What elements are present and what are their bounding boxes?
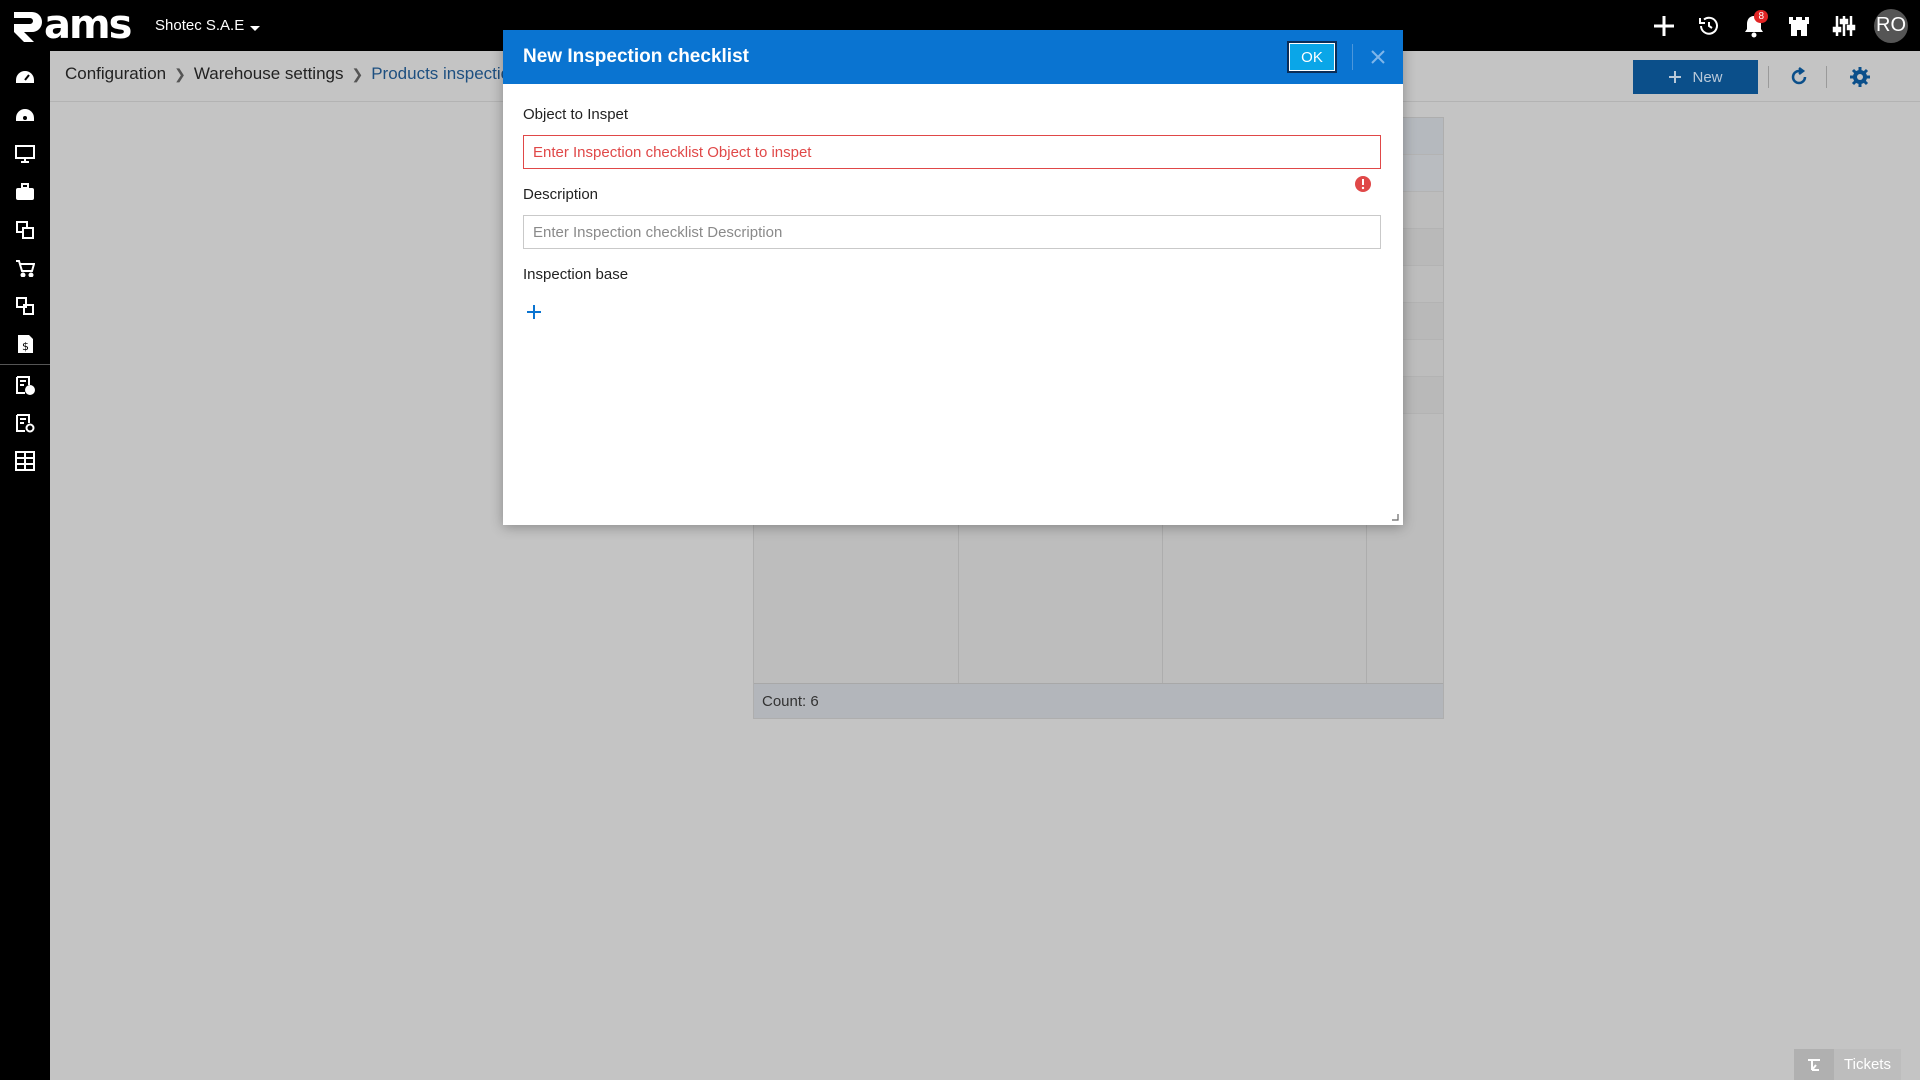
close-icon[interactable] (1365, 44, 1391, 70)
tickets-label: Tickets (1834, 1049, 1901, 1080)
caret-down-icon (250, 26, 261, 31)
resize-handle-icon[interactable] (1391, 513, 1399, 521)
settings-sliders-icon[interactable] (1821, 0, 1866, 51)
description-label: Description (523, 186, 599, 203)
sidebar-divider (0, 364, 50, 365)
dialog-title: New Inspection checklist (523, 46, 749, 67)
warehouse-castle-icon[interactable] (1776, 0, 1821, 51)
tickets-widget[interactable]: Tickets (1794, 1049, 1901, 1080)
sidebar-monitor-icon[interactable] (0, 135, 50, 173)
sidebar-report-icon[interactable] (0, 404, 50, 442)
chevron-right-icon: ❯ (351, 65, 364, 82)
header-divider (1826, 66, 1827, 88)
error-icon (1355, 176, 1371, 192)
object-to-inspect-label: Object to Inspet (523, 106, 629, 123)
sidebar-documents-icon[interactable] (0, 211, 50, 249)
ok-button[interactable]: OK (1287, 41, 1337, 73)
breadcrumb-configuration[interactable]: Configuration (65, 64, 166, 84)
history-icon[interactable] (1686, 0, 1731, 51)
user-avatar[interactable]: RO (1874, 8, 1908, 43)
left-sidebar: $ (0, 51, 50, 1080)
header-divider (1352, 44, 1353, 70)
logo-mark-icon (14, 12, 42, 42)
object-to-inspect-input[interactable] (523, 135, 1381, 169)
inspection-base-label: Inspection base (523, 266, 629, 283)
sidebar-finance-icon[interactable]: $ (0, 325, 50, 363)
add-inspection-base-button[interactable] (522, 300, 546, 324)
sidebar-briefcase-icon[interactable] (0, 173, 50, 211)
new-button[interactable]: New (1633, 60, 1758, 94)
record-count: Count: 6 (762, 693, 819, 710)
sidebar-dashboard-icon[interactable] (0, 59, 50, 97)
tickets-icon (1794, 1049, 1834, 1080)
plus-icon (527, 305, 541, 319)
sidebar-modules-icon[interactable] (0, 442, 50, 480)
chevron-right-icon: ❯ (174, 65, 186, 82)
top-icons: 8 RO (1641, 0, 1920, 51)
gear-icon[interactable] (1847, 64, 1873, 90)
refresh-icon[interactable] (1786, 64, 1812, 90)
sidebar-stock-icon[interactable] (0, 287, 50, 325)
add-icon[interactable] (1641, 0, 1686, 51)
sidebar-inspection-icon[interactable] (0, 366, 50, 404)
breadcrumb-current: Products inspectio (371, 64, 511, 83)
plus-icon (1669, 71, 1682, 83)
new-button-label: New (1692, 68, 1723, 86)
breadcrumb-warehouse-settings[interactable]: Warehouse settings (194, 64, 344, 84)
grid-footer: Count: 6 (754, 683, 1443, 718)
header-divider (1768, 66, 1769, 88)
sidebar-gauge-icon[interactable] (0, 97, 50, 135)
company-selector[interactable]: Shotec S.A.E (155, 17, 261, 34)
company-name: Shotec S.A.E (155, 17, 245, 34)
breadcrumb: Configuration ❯ Warehouse settings ❯ Pro… (65, 64, 510, 84)
notifications-bell-icon[interactable]: 8 (1731, 0, 1776, 51)
description-input[interactable] (523, 215, 1381, 249)
notifications-badge: 8 (1754, 10, 1768, 23)
dialog-header[interactable]: New Inspection checklist OK (503, 30, 1403, 84)
svg-text:$: $ (22, 340, 29, 353)
logo-text: ams (44, 2, 132, 48)
app-logo[interactable]: ams (10, 2, 132, 48)
new-inspection-checklist-dialog: New Inspection checklist OK Object to In… (503, 30, 1403, 525)
sidebar-cart-icon[interactable] (0, 249, 50, 287)
